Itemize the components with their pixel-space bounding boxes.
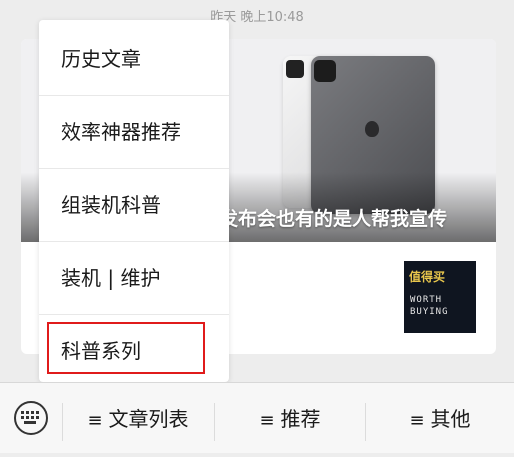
menu-icon: ≡ <box>87 410 103 431</box>
tab-label: 其他 <box>430 407 471 431</box>
popup-menu: 历史文章 效率神器推荐 组装机科普 装机 | 维护 科普系列 <box>39 20 229 382</box>
camera-module-icon <box>314 60 336 82</box>
camera-module-icon <box>286 60 304 78</box>
keyboard-icon[interactable] <box>10 397 52 439</box>
tab-label: 文章列表 <box>108 407 189 431</box>
tab-recommend[interactable]: ≡ 推荐 <box>215 383 365 453</box>
thumbnail-text: WORTH BUYING <box>410 295 449 317</box>
article-thumbnail[interactable]: 值得买 WORTH BUYING <box>404 261 476 333</box>
tab-other[interactable]: ≡ 其他 <box>366 383 514 453</box>
menu-item-build-maintenance[interactable]: 装机 | 维护 <box>39 242 229 315</box>
tab-article-list[interactable]: ≡ 文章列表 <box>63 383 213 453</box>
menu-icon: ≡ <box>259 410 275 431</box>
menu-icon: ≡ <box>409 410 425 431</box>
apple-logo-icon <box>365 121 379 137</box>
article-title[interactable]: 发布会也有的是人帮我宣传 <box>219 204 447 231</box>
menu-item-history[interactable]: 历史文章 <box>39 23 229 96</box>
highlight-box <box>47 322 205 374</box>
menu-item-efficiency-tools[interactable]: 效率神器推荐 <box>39 96 229 169</box>
bottom-menu-bar: ≡ 文章列表 ≡ 推荐 ≡ 其他 <box>0 382 514 453</box>
thumbnail-badge: 值得买 <box>409 270 446 284</box>
tab-label: 推荐 <box>280 407 321 431</box>
menu-item-pc-build-guide[interactable]: 组装机科普 <box>39 169 229 242</box>
